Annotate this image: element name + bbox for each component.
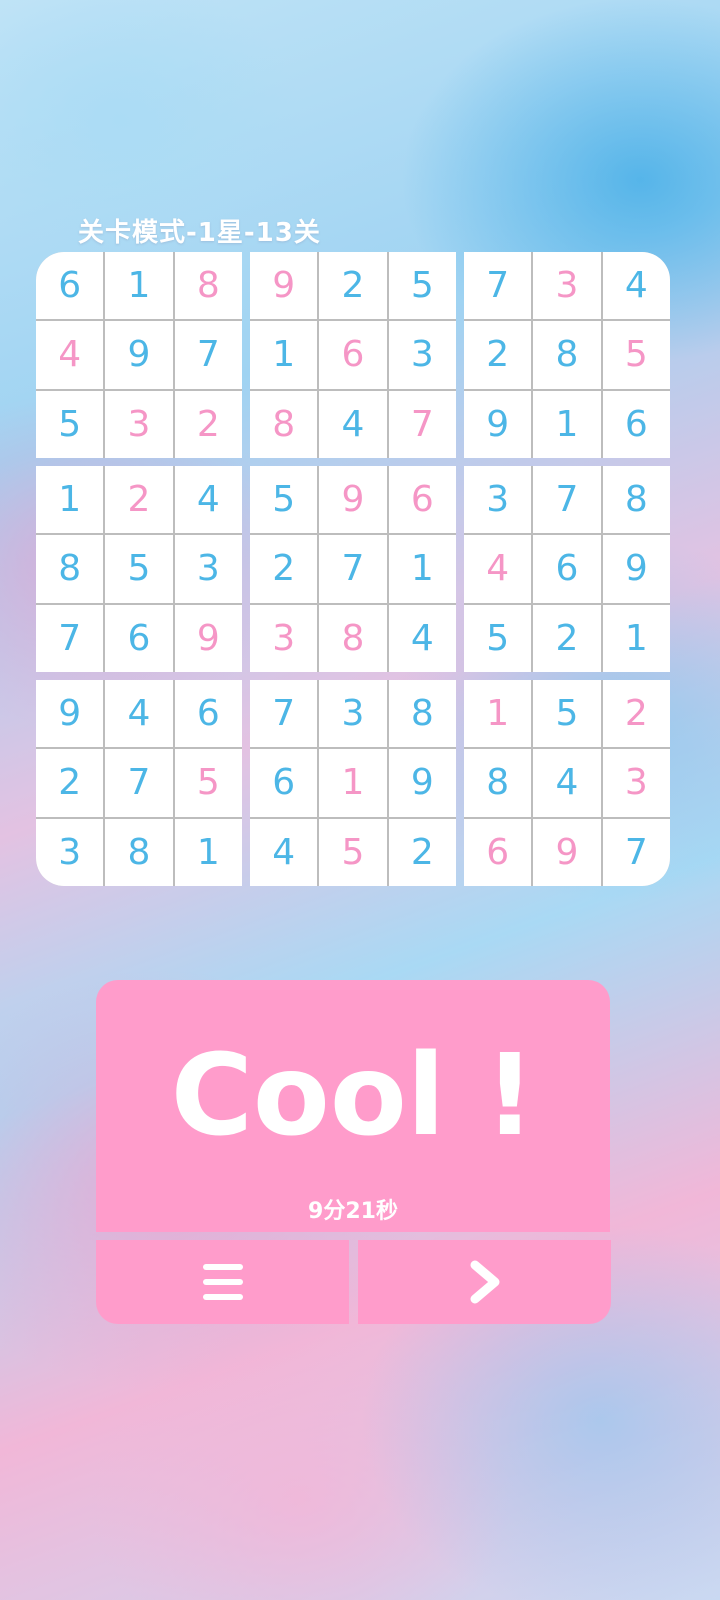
sudoku-cell[interactable]: 5 (533, 680, 601, 748)
sudoku-cell[interactable]: 3 (319, 680, 387, 748)
sudoku-board: 6184975329251638477342859161248537695962… (36, 252, 670, 886)
sudoku-cell[interactable]: 9 (174, 604, 242, 672)
result-panel: Cool ! 9分21秒 (96, 980, 610, 1232)
sudoku-cell[interactable]: 5 (319, 818, 387, 886)
sudoku-cell[interactable]: 7 (388, 390, 456, 458)
sudoku-cell[interactable]: 4 (105, 680, 173, 748)
sudoku-cell[interactable]: 3 (464, 466, 532, 534)
sudoku-cell[interactable]: 6 (250, 749, 318, 817)
sudoku-cell[interactable]: 7 (533, 466, 601, 534)
menu-button[interactable] (96, 1240, 349, 1324)
sudoku-cell[interactable]: 5 (464, 604, 532, 672)
sudoku-cell[interactable]: 4 (250, 818, 318, 886)
sudoku-cell[interactable]: 6 (105, 604, 173, 672)
sudoku-cell[interactable]: 4 (36, 321, 104, 389)
sudoku-box: 734 285 916 (464, 252, 670, 458)
sudoku-cell[interactable]: 2 (250, 535, 318, 603)
sudoku-cell[interactable]: 3 (105, 390, 173, 458)
sudoku-cell[interactable]: 3 (36, 818, 104, 886)
sudoku-cell[interactable]: 2 (319, 252, 387, 320)
sudoku-box: 946 275 381 (36, 680, 242, 886)
level-title: 关卡模式-1星-13关 (78, 218, 321, 248)
sudoku-box: 618 497 532 (36, 252, 242, 458)
sudoku-cell[interactable]: 6 (388, 466, 456, 534)
sudoku-cell[interactable]: 1 (464, 680, 532, 748)
sudoku-cell[interactable]: 4 (533, 749, 601, 817)
sudoku-cell[interactable]: 4 (319, 390, 387, 458)
sudoku-cell[interactable]: 9 (105, 321, 173, 389)
sudoku-cell[interactable]: 6 (602, 390, 670, 458)
sudoku-box: 378 469 521 (464, 466, 670, 672)
sudoku-cell[interactable]: 6 (174, 680, 242, 748)
sudoku-box: 152 843 697 (464, 680, 670, 886)
result-headline: Cool ! (170, 1031, 536, 1161)
sudoku-cell[interactable]: 1 (36, 466, 104, 534)
sudoku-cell[interactable]: 7 (602, 818, 670, 886)
sudoku-cell[interactable]: 9 (533, 818, 601, 886)
sudoku-box: 925 163 847 (250, 252, 456, 458)
sudoku-cell[interactable]: 1 (105, 252, 173, 320)
sudoku-cell[interactable]: 3 (602, 749, 670, 817)
sudoku-cell[interactable]: 7 (464, 252, 532, 320)
sudoku-cell[interactable]: 1 (319, 749, 387, 817)
sudoku-cell[interactable]: 8 (36, 535, 104, 603)
chevron-right-icon (470, 1260, 499, 1304)
sudoku-cell[interactable]: 1 (174, 818, 242, 886)
menu-icon (202, 1264, 243, 1300)
sudoku-cell[interactable]: 2 (388, 818, 456, 886)
sudoku-cell[interactable]: 2 (464, 321, 532, 389)
sudoku-cell[interactable]: 1 (388, 535, 456, 603)
sudoku-cell[interactable]: 7 (105, 749, 173, 817)
sudoku-cell[interactable]: 7 (319, 535, 387, 603)
sudoku-cell[interactable]: 6 (533, 535, 601, 603)
sudoku-cell[interactable]: 8 (388, 680, 456, 748)
sudoku-cell[interactable]: 5 (250, 466, 318, 534)
sudoku-cell[interactable]: 6 (319, 321, 387, 389)
sudoku-cell[interactable]: 3 (388, 321, 456, 389)
sudoku-cell[interactable]: 3 (174, 535, 242, 603)
sudoku-cell[interactable]: 6 (464, 818, 532, 886)
sudoku-cell[interactable]: 8 (250, 390, 318, 458)
sudoku-cell[interactable]: 8 (174, 252, 242, 320)
sudoku-cell[interactable]: 2 (174, 390, 242, 458)
sudoku-cell[interactable]: 4 (602, 252, 670, 320)
sudoku-cell[interactable]: 9 (36, 680, 104, 748)
sudoku-cell[interactable]: 8 (533, 321, 601, 389)
sudoku-cell[interactable]: 7 (174, 321, 242, 389)
sudoku-cell[interactable]: 9 (250, 252, 318, 320)
sudoku-cell[interactable]: 5 (105, 535, 173, 603)
sudoku-cell[interactable]: 3 (250, 604, 318, 672)
sudoku-cell[interactable]: 9 (388, 749, 456, 817)
sudoku-cell[interactable]: 4 (174, 466, 242, 534)
sudoku-cell[interactable]: 4 (388, 604, 456, 672)
sudoku-cell[interactable]: 2 (105, 466, 173, 534)
sudoku-cell[interactable]: 1 (602, 604, 670, 672)
sudoku-cell[interactable]: 9 (464, 390, 532, 458)
sudoku-cell[interactable]: 5 (174, 749, 242, 817)
sudoku-cell[interactable]: 9 (319, 466, 387, 534)
sudoku-cell[interactable]: 1 (533, 390, 601, 458)
sudoku-box: 124 853 769 (36, 466, 242, 672)
sudoku-cell[interactable]: 5 (36, 390, 104, 458)
sudoku-cell[interactable]: 4 (464, 535, 532, 603)
next-level-button[interactable] (358, 1240, 611, 1324)
sudoku-cell[interactable]: 8 (105, 818, 173, 886)
sudoku-cell[interactable]: 6 (36, 252, 104, 320)
sudoku-box: 738 619 452 (250, 680, 456, 886)
sudoku-cell[interactable]: 2 (533, 604, 601, 672)
sudoku-cell[interactable]: 7 (250, 680, 318, 748)
sudoku-box: 596 271 384 (250, 466, 456, 672)
sudoku-cell[interactable]: 3 (533, 252, 601, 320)
sudoku-cell[interactable]: 1 (250, 321, 318, 389)
sudoku-cell[interactable]: 5 (388, 252, 456, 320)
sudoku-cell[interactable]: 9 (602, 535, 670, 603)
sudoku-cell[interactable]: 8 (602, 466, 670, 534)
sudoku-cell[interactable]: 7 (36, 604, 104, 672)
sudoku-cell[interactable]: 8 (464, 749, 532, 817)
sudoku-cell[interactable]: 8 (319, 604, 387, 672)
sudoku-cell[interactable]: 5 (602, 321, 670, 389)
sudoku-cell[interactable]: 2 (36, 749, 104, 817)
elapsed-time: 9分21秒 (308, 1199, 398, 1224)
sudoku-cell[interactable]: 2 (602, 680, 670, 748)
